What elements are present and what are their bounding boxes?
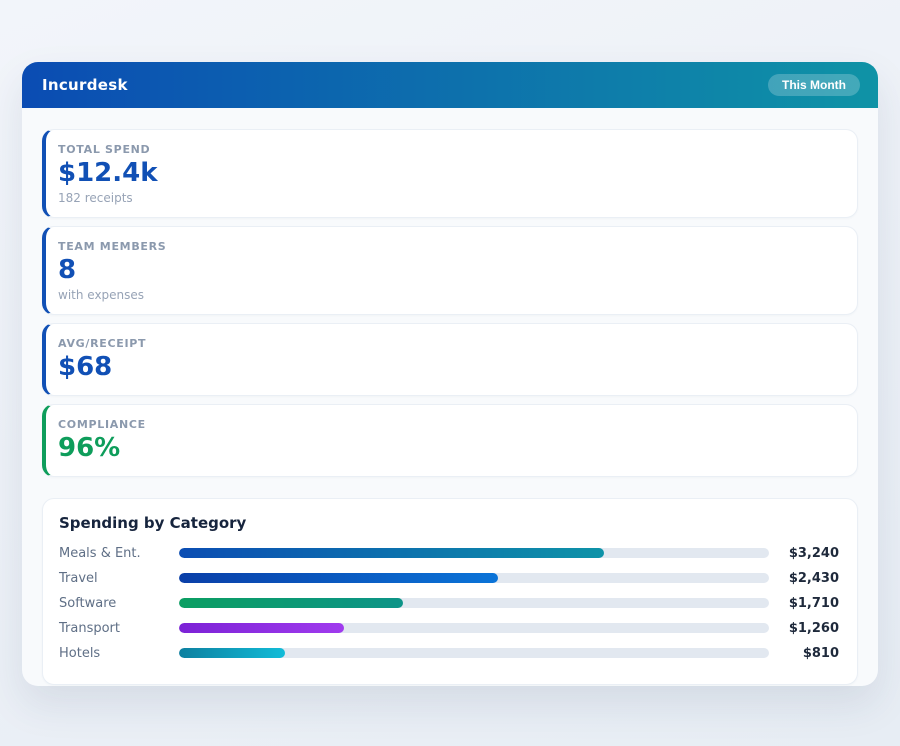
stat-label: TEAM MEMBERS bbox=[58, 240, 841, 253]
stat-sublabel: with expenses bbox=[58, 288, 841, 302]
stat-label: TOTAL SPEND bbox=[58, 143, 841, 156]
bar-track bbox=[179, 573, 769, 583]
chart-title: Spending by Category bbox=[59, 514, 839, 532]
stat-value: $12.4k bbox=[58, 159, 841, 189]
chart-row-meals: Meals & Ent. $3,240 bbox=[59, 541, 839, 566]
bar-value: $1,260 bbox=[769, 621, 839, 636]
bar-value: $2,430 bbox=[769, 571, 839, 586]
bar-value: $810 bbox=[769, 646, 839, 661]
bar-fill-travel bbox=[179, 573, 498, 583]
category-label: Travel bbox=[59, 571, 179, 586]
stat-card-total-spend: TOTAL SPEND $12.4k 182 receipts bbox=[42, 129, 858, 218]
stat-card-team-members: TEAM MEMBERS 8 with expenses bbox=[42, 226, 858, 315]
bar-track bbox=[179, 548, 769, 558]
bar-track bbox=[179, 623, 769, 633]
bar-fill-transport bbox=[179, 623, 344, 633]
stat-value: $68 bbox=[58, 353, 841, 383]
period-selector-badge[interactable]: This Month bbox=[768, 74, 860, 96]
stat-value: 8 bbox=[58, 256, 841, 286]
bar-track bbox=[179, 598, 769, 608]
stat-sublabel: 182 receipts bbox=[58, 191, 841, 205]
stat-card-compliance: COMPLIANCE 96% bbox=[42, 404, 858, 477]
stat-value: 96% bbox=[58, 434, 841, 464]
stat-label: AVG/RECEIPT bbox=[58, 337, 841, 350]
chart-row-travel: Travel $2,430 bbox=[59, 566, 839, 591]
stat-card-avg-receipt: AVG/RECEIPT $68 bbox=[42, 323, 858, 396]
chart-row-transport: Transport $1,260 bbox=[59, 616, 839, 641]
category-label: Hotels bbox=[59, 646, 179, 661]
chart-row-hotels: Hotels $810 bbox=[59, 641, 839, 666]
category-label: Meals & Ent. bbox=[59, 546, 179, 561]
bar-fill-meals bbox=[179, 548, 604, 558]
category-label: Transport bbox=[59, 621, 179, 636]
dashboard-content: TOTAL SPEND $12.4k 182 receipts TEAM MEM… bbox=[22, 108, 878, 686]
app-title: Incurdesk bbox=[42, 76, 128, 94]
incurdesk-app-window: Incurdesk This Month TOTAL SPEND $12.4k … bbox=[22, 62, 878, 686]
category-label: Software bbox=[59, 596, 179, 611]
bar-fill-hotels bbox=[179, 648, 285, 658]
spending-by-category-chart: Spending by Category Meals & Ent. $3,240… bbox=[42, 498, 858, 685]
bar-value: $3,240 bbox=[769, 546, 839, 561]
app-header: Incurdesk This Month bbox=[22, 62, 878, 108]
chart-row-software: Software $1,710 bbox=[59, 591, 839, 616]
bar-fill-software bbox=[179, 598, 403, 608]
stat-label: COMPLIANCE bbox=[58, 418, 841, 431]
bar-value: $1,710 bbox=[769, 596, 839, 611]
bar-track bbox=[179, 648, 769, 658]
